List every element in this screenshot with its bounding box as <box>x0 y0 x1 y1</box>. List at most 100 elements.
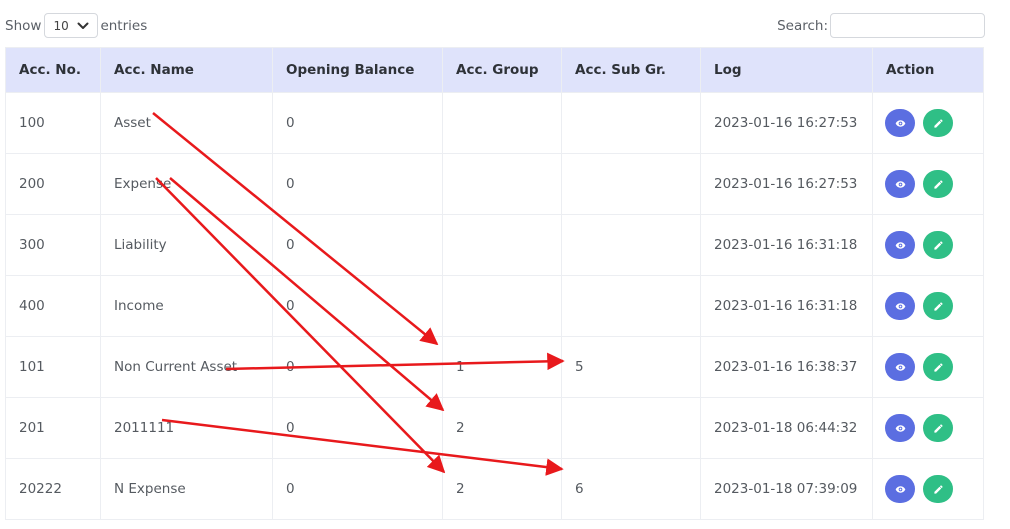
entries-select[interactable]: 10 <box>44 13 99 38</box>
cell-acc-group <box>442 92 562 154</box>
view-button[interactable] <box>885 353 915 381</box>
cell-log: 2023-01-16 16:27:53 <box>700 153 873 215</box>
eye-icon <box>895 363 905 371</box>
cell-acc-no: 20222 <box>5 458 101 520</box>
cell-acc-group: 2 <box>442 458 562 520</box>
eye-icon <box>895 424 905 432</box>
view-button[interactable] <box>885 231 915 259</box>
cell-acc-sub-group <box>561 153 701 215</box>
cell-acc-sub-group: 6 <box>561 458 701 520</box>
edit-button[interactable] <box>923 414 954 442</box>
pencil-icon <box>934 484 943 494</box>
header-acc-name[interactable]: Acc. Name <box>100 47 273 93</box>
cell-opening-balance: 0 <box>272 214 443 276</box>
entries-label: entries <box>100 17 148 34</box>
cell-acc-group <box>442 214 562 276</box>
cell-acc-group: 2 <box>442 397 562 459</box>
table-controls: Show 10 entries Search: <box>5 12 985 39</box>
cell-acc-name: Asset <box>100 92 273 154</box>
cell-log: 2023-01-16 16:27:53 <box>700 92 873 154</box>
eye-icon <box>895 119 905 127</box>
show-label: Show <box>5 17 42 34</box>
cell-opening-balance: 0 <box>272 458 443 520</box>
edit-button[interactable] <box>923 170 954 198</box>
search-input[interactable] <box>830 13 985 38</box>
cell-log: 2023-01-16 16:31:18 <box>700 275 873 337</box>
cell-acc-sub-group <box>561 397 701 459</box>
cell-actions <box>872 153 984 215</box>
cell-log: 2023-01-16 16:38:37 <box>700 336 873 398</box>
chevron-down-icon <box>77 22 89 29</box>
cell-acc-no: 101 <box>5 336 101 398</box>
pencil-icon <box>934 179 943 189</box>
cell-acc-group <box>442 153 562 215</box>
cell-acc-name: Expense <box>100 153 273 215</box>
cell-acc-name: Income <box>100 275 273 337</box>
cell-actions <box>872 214 984 276</box>
edit-button[interactable] <box>923 353 954 381</box>
search-label: Search: <box>777 17 828 34</box>
cell-actions <box>872 458 984 520</box>
entries-select-value: 10 <box>53 18 69 33</box>
cell-actions <box>872 275 984 337</box>
cell-log: 2023-01-18 07:39:09 <box>700 458 873 520</box>
cell-acc-sub-group: 5 <box>561 336 701 398</box>
eye-icon <box>895 485 905 493</box>
table-row: 400 Income 0 2023-01-16 16:31:18 <box>5 275 984 337</box>
edit-button[interactable] <box>923 231 954 259</box>
cell-acc-sub-group <box>561 214 701 276</box>
eye-icon <box>895 241 905 249</box>
eye-icon <box>895 302 905 310</box>
view-button[interactable] <box>885 292 915 320</box>
cell-opening-balance: 0 <box>272 153 443 215</box>
cell-acc-no: 200 <box>5 153 101 215</box>
cell-acc-sub-group <box>561 275 701 337</box>
table-row: 300 Liability 0 2023-01-16 16:31:18 <box>5 214 984 276</box>
cell-acc-name: N Expense <box>100 458 273 520</box>
cell-acc-name: 2011111 <box>100 397 273 459</box>
header-log[interactable]: Log <box>700 47 873 93</box>
cell-acc-group <box>442 275 562 337</box>
accounts-table: Acc. No. Acc. Name Opening Balance Acc. … <box>5 47 984 520</box>
cell-acc-group: 1 <box>442 336 562 398</box>
pencil-icon <box>934 301 943 311</box>
cell-log: 2023-01-18 06:44:32 <box>700 397 873 459</box>
table-row: 20222 N Expense 0 2 6 2023-01-18 07:39:0… <box>5 458 984 520</box>
table-header-row: Acc. No. Acc. Name Opening Balance Acc. … <box>5 47 984 93</box>
cell-acc-no: 201 <box>5 397 101 459</box>
view-button[interactable] <box>885 414 915 442</box>
header-opening-balance[interactable]: Opening Balance <box>272 47 443 93</box>
cell-log: 2023-01-16 16:31:18 <box>700 214 873 276</box>
cell-actions <box>872 397 984 459</box>
search-control: Search: <box>777 12 985 39</box>
eye-icon <box>895 180 905 188</box>
cell-acc-name: Non Current Asset <box>100 336 273 398</box>
cell-acc-no: 300 <box>5 214 101 276</box>
table-row: 201 2011111 0 2 2023-01-18 06:44:32 <box>5 397 984 459</box>
cell-acc-no: 100 <box>5 92 101 154</box>
cell-acc-no: 400 <box>5 275 101 337</box>
cell-actions <box>872 336 984 398</box>
cell-opening-balance: 0 <box>272 397 443 459</box>
view-button[interactable] <box>885 109 915 137</box>
view-button[interactable] <box>885 170 915 198</box>
header-action: Action <box>872 47 984 93</box>
pencil-icon <box>934 362 943 372</box>
pencil-icon <box>934 118 943 128</box>
pencil-icon <box>934 423 943 433</box>
entries-length-control: Show 10 entries <box>5 12 147 39</box>
edit-button[interactable] <box>923 292 954 320</box>
edit-button[interactable] <box>923 475 954 503</box>
table-row: 200 Expense 0 2023-01-16 16:27:53 <box>5 153 984 215</box>
header-acc-sub-group[interactable]: Acc. Sub Gr. <box>561 47 701 93</box>
table-row: 100 Asset 0 2023-01-16 16:27:53 <box>5 92 984 154</box>
table-row: 101 Non Current Asset 0 1 5 2023-01-16 1… <box>5 336 984 398</box>
cell-acc-sub-group <box>561 92 701 154</box>
cell-actions <box>872 92 984 154</box>
header-acc-no[interactable]: Acc. No. <box>5 47 101 93</box>
header-acc-group[interactable]: Acc. Group <box>442 47 562 93</box>
view-button[interactable] <box>885 475 915 503</box>
edit-button[interactable] <box>923 109 954 137</box>
cell-opening-balance: 0 <box>272 92 443 154</box>
cell-opening-balance: 0 <box>272 275 443 337</box>
